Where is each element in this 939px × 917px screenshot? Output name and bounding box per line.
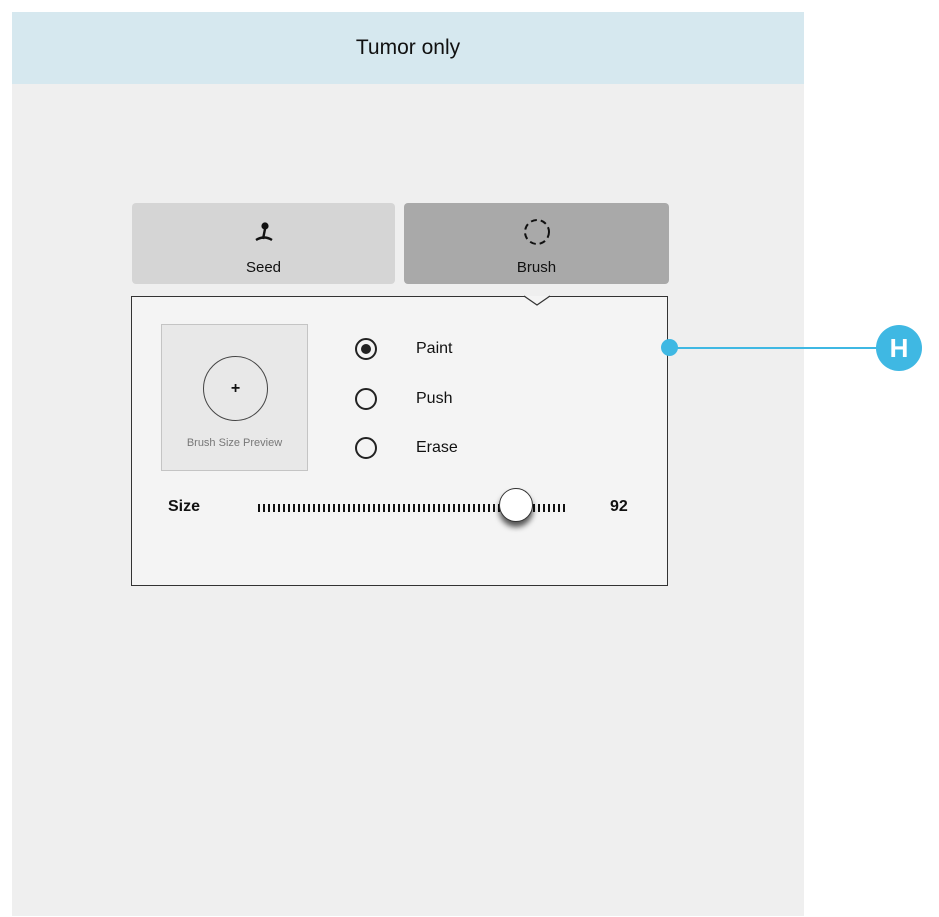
radio-erase[interactable]: Erase [355,435,458,461]
slider-tick [343,504,345,512]
tab-brush-label: Brush [516,259,557,276]
slider-tick [268,504,270,512]
slider-tick [428,504,430,512]
seed-icon [253,217,275,247]
slider-tick [403,504,405,512]
slider-tick [378,504,380,512]
slider-tick [393,504,395,512]
slider-tick [278,504,280,512]
slider-tick [423,504,425,512]
slider-tick [388,504,390,512]
slider-tick [438,504,440,512]
slider-tick [443,504,445,512]
slider-tick [448,504,450,512]
slider-tick [473,504,475,512]
radio-button[interactable] [355,437,377,459]
brush-preview-caption: Brush Size Preview [186,437,283,449]
slider-tick [368,504,370,512]
size-label: Size [168,498,201,515]
slider-tick [338,504,340,512]
radio-button[interactable] [355,388,377,410]
slider-tick [398,504,400,512]
page-title: Tumor only [355,36,461,59]
annotation-letter: H [889,332,909,363]
slider-tick [468,504,470,512]
slider-tick [373,504,375,512]
slider-tick [433,504,435,512]
slider-tick [303,504,305,512]
size-value: 92 [610,498,628,515]
slider-tick [553,504,555,512]
radio-push[interactable]: Push [355,386,452,412]
slider-tick [308,504,310,512]
slider-tick [533,504,535,512]
slider-tick [363,504,365,512]
radio-paint-label: Paint [416,340,453,357]
plus-icon: + [230,379,241,397]
radio-selected-dot [361,344,371,354]
brush-preview-circle: + [203,356,268,421]
slider-tick [563,504,565,512]
slider-tick [358,504,360,512]
slider-tick [418,504,420,512]
slider-tick [538,504,540,512]
popover-pointer [524,295,550,306]
slider-tick [348,504,350,512]
radio-button[interactable] [355,338,377,360]
slider-tick [548,504,550,512]
slider-tick [383,504,385,512]
slider-tick [353,504,355,512]
slider-tick [458,504,460,512]
tab-seed[interactable]: Seed [132,203,395,284]
slider-tick [333,504,335,512]
slider-tick [273,504,275,512]
slider-tick [413,504,415,512]
slider-tick [263,504,265,512]
slider-tick [283,504,285,512]
callout-line [670,347,880,349]
size-slider[interactable] [256,488,576,538]
slider-tick [318,504,320,512]
dashed-circle-icon [521,217,553,247]
slider-tick [293,504,295,512]
slider-tick [408,504,410,512]
slider-tick [543,504,545,512]
page-header: Tumor only [12,12,804,84]
slider-tick [463,504,465,512]
slider-tick [488,504,490,512]
annotation-badge: H [876,325,922,371]
slider-tick [453,504,455,512]
slider-tick [258,504,260,512]
slider-thumb[interactable] [499,488,534,522]
slider-tick [478,504,480,512]
slider-tick [323,504,325,512]
slider-tick [328,504,330,512]
radio-push-label: Push [416,390,453,407]
slider-tick [493,504,495,512]
tab-seed-label: Seed [245,259,282,276]
slider-tick [483,504,485,512]
radio-erase-label: Erase [416,439,458,456]
slider-tick [288,504,290,512]
slider-tick [298,504,300,512]
tab-brush[interactable]: Brush [404,203,669,284]
slider-tick [313,504,315,512]
brush-size-preview: + Brush Size Preview [161,324,308,471]
slider-tick [558,504,560,512]
radio-paint[interactable]: Paint [355,336,452,362]
callout-anchor-dot [661,339,678,356]
